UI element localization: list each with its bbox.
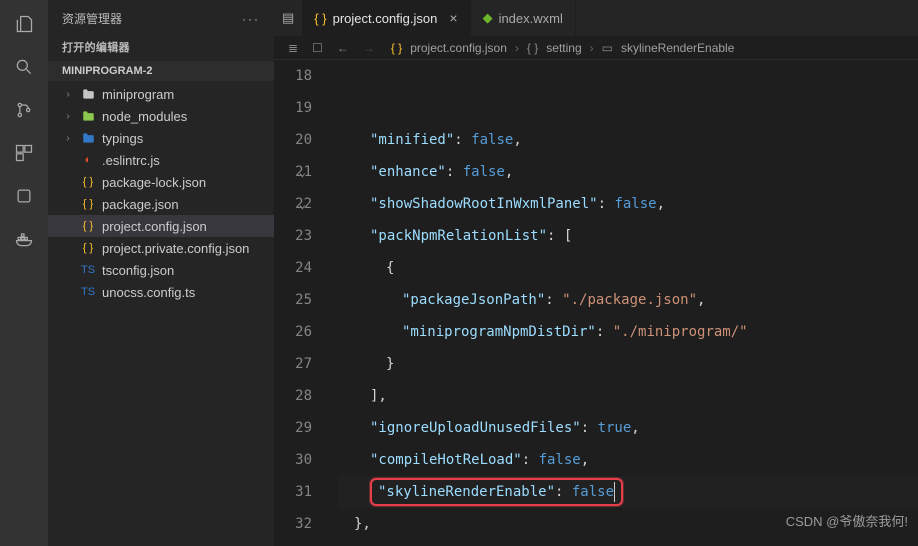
code-line-21[interactable]: "packNpmRelationList": [ <box>338 220 918 252</box>
tree-item-label: typings <box>102 131 143 146</box>
code-line-20[interactable]: "showShadowRootInWxmlPanel": false, <box>338 188 918 220</box>
line-number: 33 <box>274 540 312 546</box>
highlight-box: "skylineRenderEnable": false <box>370 478 623 506</box>
bookmark-icon[interactable]: ☐ <box>312 41 323 55</box>
files-icon[interactable] <box>14 14 34 37</box>
code-editor[interactable]: 18192021222324252627282930313233 "minifi… <box>274 60 918 546</box>
file-project.private.config.json[interactable]: { } project.private.config.json <box>48 237 274 259</box>
json-icon: { } <box>80 196 96 212</box>
line-number: 30 <box>274 444 312 476</box>
sidebar: 资源管理器 ··· 打开的编辑器 MINIPROGRAM-2 ›miniprog… <box>48 0 274 546</box>
tree-item-label: package.json <box>102 197 179 212</box>
folder-icon <box>80 86 96 102</box>
line-number: 31 <box>274 476 312 508</box>
code-line-27[interactable]: "ignoreUploadUnusedFiles": true, <box>338 412 918 444</box>
search-icon[interactable] <box>14 57 34 80</box>
folder-node_modules[interactable]: ›node_modules <box>48 105 274 127</box>
json-icon: { } <box>80 174 96 190</box>
line-number: 27 <box>274 348 312 380</box>
line-number: 25 <box>274 284 312 316</box>
file-package-lock.json[interactable]: { } package-lock.json <box>48 171 274 193</box>
line-number: 22 <box>274 188 312 220</box>
code-line-24[interactable]: "miniprogramNpmDistDir": "./miniprogram/… <box>338 316 918 348</box>
code-line-28[interactable]: "compileHotReLoad": false, <box>338 444 918 476</box>
file-tree: ›miniprogram›node_modules›typings ◐ .eslin… <box>48 81 274 546</box>
file-.eslintrc.js[interactable]: ◐ .eslintrc.js <box>48 149 274 171</box>
file-unocss.config.ts[interactable]: TS unocss.config.ts <box>48 281 274 303</box>
explorer-title: 资源管理器 <box>62 10 122 27</box>
line-number: 32 <box>274 508 312 540</box>
folder-miniprogram[interactable]: ›miniprogram <box>48 83 274 105</box>
line-number: 29 <box>274 412 312 444</box>
line-number: 28 <box>274 380 312 412</box>
tab-label: project.config.json <box>333 11 438 26</box>
toggle-panel-icon[interactable]: ▤ <box>282 10 294 26</box>
tree-item-label: package-lock.json <box>102 175 206 190</box>
back-icon[interactable]: ← <box>337 41 349 55</box>
brace-icon: { } <box>314 11 326 26</box>
breadcrumb-p1[interactable]: setting <box>546 41 581 55</box>
workspace-root[interactable]: MINIPROGRAM-2 <box>48 61 274 81</box>
code-line-29[interactable]: "skylineRenderEnable": false <box>338 476 918 508</box>
code-line-18[interactable]: "minified": false, <box>338 124 918 156</box>
tree-item-label: unocss.config.ts <box>102 285 195 300</box>
activity-bar <box>0 0 48 546</box>
tab-index.wxml[interactable]: ◆ index.wxml <box>471 0 576 36</box>
close-icon[interactable]: × <box>449 10 457 26</box>
breadcrumb-file[interactable]: project.config.json <box>410 41 507 55</box>
ts-folder-icon <box>80 130 96 146</box>
rc-icon: ◐ <box>80 152 96 168</box>
tab-project.config.json[interactable]: { } project.config.json × <box>302 0 470 36</box>
tree-item-label: miniprogram <box>102 87 174 102</box>
brace-icon: { } <box>80 240 96 256</box>
tab-bar: ▤ { } project.config.json × ◆ index.wxml <box>274 0 918 36</box>
tree-item-label: tsconfig.json <box>102 263 174 278</box>
brace-icon: { } <box>80 218 96 234</box>
code-line-19[interactable]: "enhance": false, <box>338 156 918 188</box>
tree-item-label: node_modules <box>102 109 187 124</box>
line-number: 18 <box>274 60 312 92</box>
forward-icon[interactable]: → <box>363 41 375 55</box>
tree-item-label: project.config.json <box>102 219 207 234</box>
code-line-25[interactable]: } <box>338 348 918 380</box>
line-number: 24 <box>274 252 312 284</box>
code-line-31[interactable]: "simulatorType": "wechat", <box>338 540 918 546</box>
line-number: 19 <box>274 92 312 124</box>
breadcrumb-p2[interactable]: skylineRenderEnable <box>621 41 734 55</box>
tab-label: index.wxml <box>499 11 563 26</box>
editor-area: ▤ { } project.config.json × ◆ index.wxml ≣ ☐… <box>274 0 918 546</box>
more-icon[interactable]: ··· <box>242 12 260 26</box>
tree-item-label: .eslintrc.js <box>102 153 160 168</box>
line-number: 21 <box>274 156 312 188</box>
nm-icon <box>80 108 96 124</box>
code-line-26[interactable]: ], <box>338 380 918 412</box>
file-tsconfig.json[interactable]: TS tsconfig.json <box>48 259 274 281</box>
wxml-icon: ◆ <box>483 10 493 26</box>
docker-icon[interactable] <box>14 229 34 252</box>
source-control-icon[interactable] <box>14 100 34 123</box>
code-line-22[interactable]: { <box>338 252 918 284</box>
tree-item-label: project.private.config.json <box>102 241 249 256</box>
list-icon[interactable]: ≣ <box>288 41 298 55</box>
ts-icon: TS <box>80 284 96 300</box>
file-package.json[interactable]: { } package.json <box>48 193 274 215</box>
debug-icon[interactable] <box>14 186 34 209</box>
file-project.config.json[interactable]: { } project.config.json <box>48 215 274 237</box>
watermark: CSDN @爷傲奈我何! <box>786 506 908 538</box>
tab-controls-left: ▤ <box>274 0 302 36</box>
folder-typings[interactable]: ›typings <box>48 127 274 149</box>
extensions-icon[interactable] <box>14 143 34 166</box>
line-number: 26 <box>274 316 312 348</box>
code-line-23[interactable]: "packageJsonPath": "./package.json", <box>338 284 918 316</box>
open-editors-section[interactable]: 打开的编辑器 <box>48 33 274 61</box>
line-number: 23 <box>274 220 312 252</box>
line-number: 20 <box>274 124 312 156</box>
breadcrumb: ≣ ☐ ← → { } project.config.json › { } se… <box>274 36 918 60</box>
ts-icon: TS <box>80 262 96 278</box>
